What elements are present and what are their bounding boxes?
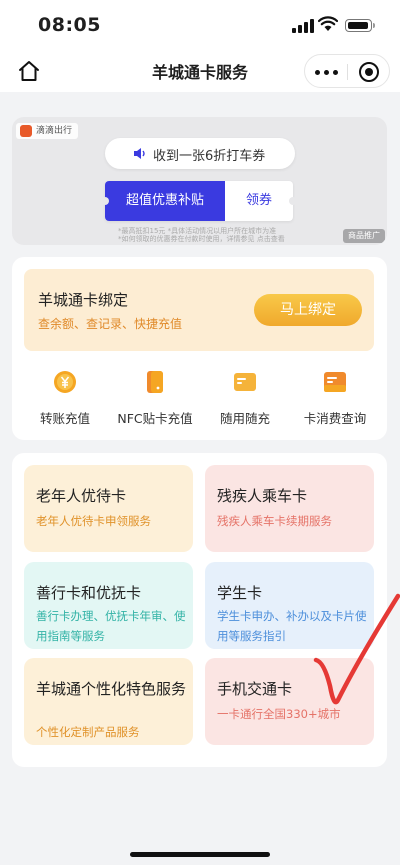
status-bar: 08:05 (0, 0, 400, 50)
card-binding-banner[interactable]: 羊城通卡绑定 查余额、查记录、快捷充值 马上绑定 (24, 269, 374, 351)
service-desc: 学生卡申办、补办以及卡片使用等服务指引 (217, 609, 367, 643)
service-custom-products[interactable]: 羊城通个性化特色服务 个性化定制产品服务 (24, 658, 193, 745)
service-desc: 善行卡办理、优抚卡年审、使用指南等服务 (36, 609, 186, 643)
service-title: 羊城通个性化特色服务 (36, 680, 187, 698)
bind-now-button[interactable]: 马上绑定 (254, 294, 362, 326)
function-label: NFC贴卡充值 (117, 411, 193, 426)
didi-logo-icon (20, 125, 32, 137)
coupon-notch (101, 197, 109, 205)
function-label: 随用随充 (219, 411, 270, 426)
function-nfc-recharge[interactable]: NFC贴卡充值 (110, 370, 200, 430)
ad-brand-logo: 滴滴出行 (16, 123, 79, 139)
ad-banner[interactable]: 滴滴出行 收到一张6折打车券 超值优惠补贴 领券 *最高抵扣15元 *具体活动情… (12, 117, 387, 245)
subsidy-button[interactable]: 超值优惠补贴 (105, 181, 225, 221)
service-mobile-transit-card[interactable]: 手机交通卡 一卡通行全国330+城市 (205, 658, 374, 745)
service-title: 残疾人乘车卡 (217, 487, 308, 505)
yen-coin-icon (54, 371, 76, 393)
cellular-signal-icon (292, 19, 314, 33)
service-disabled-card[interactable]: 残疾人乘车卡 残疾人乘车卡续期服务 (205, 465, 374, 552)
service-desc: 一卡通行全国330+城市 (217, 707, 341, 721)
nfc-card-icon (147, 371, 163, 393)
coupon-notch (289, 197, 297, 205)
nav-bar: 羊城通卡服务 (0, 50, 400, 92)
function-transfer-recharge[interactable]: 转账充值 (20, 370, 110, 430)
service-desc: 残疾人乘车卡续期服务 (217, 514, 332, 528)
capsule-divider (347, 64, 348, 80)
coupon-text: 收到一张6折打车券 (153, 149, 266, 164)
services-section: 老年人优待卡 老年人优待卡申领服务 残疾人乘车卡 残疾人乘车卡续期服务 善行卡和… (12, 453, 387, 767)
claim-coupon-button[interactable]: 领券 (225, 181, 293, 221)
status-time: 08:05 (38, 14, 101, 36)
coupon-notice[interactable]: 收到一张6折打车券 (105, 138, 295, 169)
wallet-icon (234, 373, 256, 391)
bind-subtitle: 查余额、查记录、快捷充值 (38, 317, 183, 331)
card-binding-section: 羊城通卡绑定 查余额、查记录、快捷充值 马上绑定 转账充值 NFC贴卡充值 随用… (12, 257, 387, 440)
function-label: 卡消费查询 (303, 411, 367, 426)
home-indicator (130, 852, 270, 857)
service-student-card[interactable]: 学生卡 学生卡申办、补办以及卡片使用等服务指引 (205, 562, 374, 649)
bind-title: 羊城通卡绑定 (38, 291, 129, 309)
wifi-icon (318, 16, 338, 31)
function-pay-as-you-go[interactable]: 随用随充 (200, 370, 290, 430)
service-desc: 个性化定制产品服务 (36, 725, 140, 739)
ad-brand-name: 滴滴出行 (36, 126, 73, 136)
more-options-icon[interactable] (315, 64, 339, 80)
service-senior-card[interactable]: 老年人优待卡 老年人优待卡申领服务 (24, 465, 193, 552)
service-title: 手机交通卡 (217, 680, 293, 698)
mini-program-capsule (304, 54, 390, 88)
service-title: 善行卡和优抚卡 (36, 584, 142, 602)
function-label: 转账充值 (39, 411, 90, 426)
service-charity-card[interactable]: 善行卡和优抚卡 善行卡办理、优抚卡年审、使用指南等服务 (24, 562, 193, 649)
ad-badge: 商品推广 (343, 229, 385, 243)
close-mini-program-icon[interactable] (359, 62, 379, 82)
function-consumption-query[interactable]: 卡消费查询 (290, 370, 380, 430)
service-desc: 老年人优待卡申领服务 (36, 514, 151, 528)
speaker-icon (134, 148, 145, 159)
subsidy-coupon: 超值优惠补贴 领券 (101, 181, 297, 221)
card-query-icon (324, 372, 346, 392)
service-title: 老年人优待卡 (36, 487, 127, 505)
battery-icon (345, 19, 375, 32)
service-title: 学生卡 (217, 584, 263, 602)
